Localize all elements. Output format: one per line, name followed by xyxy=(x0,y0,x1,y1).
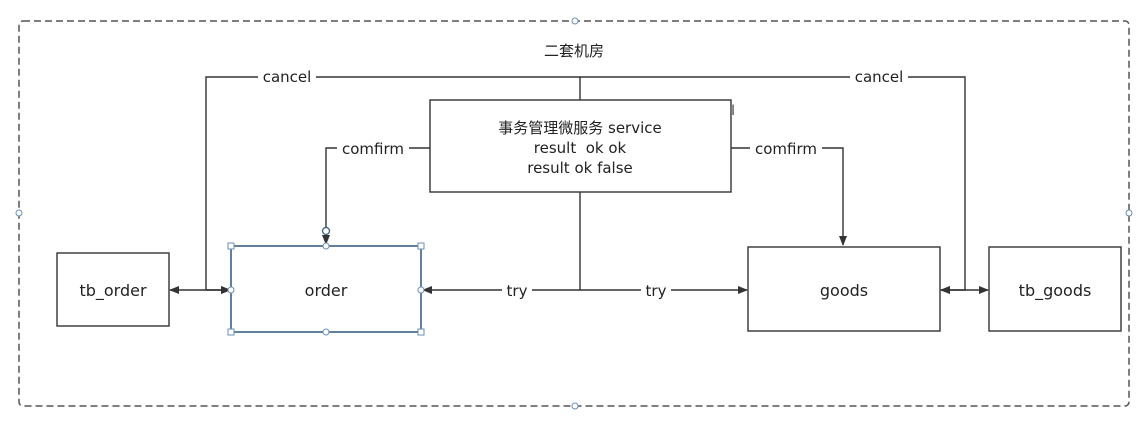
container-handle-bottom[interactable] xyxy=(571,402,579,410)
container-title: 二套机房 xyxy=(544,42,604,60)
cancel-label-right: cancel xyxy=(855,68,904,86)
service-line-3: result ok false xyxy=(527,159,633,177)
confirm-edge-left[interactable] xyxy=(322,147,430,245)
try-label-left: try xyxy=(507,282,528,300)
goods-label: goods xyxy=(820,281,868,300)
confirm-label-right: comfirm xyxy=(755,140,817,158)
service-node[interactable]: 事务管理微服务 service result ok ok result ok f… xyxy=(429,99,732,193)
connection-point-top[interactable] xyxy=(322,242,330,250)
tb-goods-node[interactable]: tb_goods xyxy=(988,246,1122,332)
text-cursor-icon: Ι xyxy=(731,103,735,119)
selection-handle-bottom-right[interactable] xyxy=(417,328,425,336)
connection-point-left[interactable] xyxy=(227,286,235,294)
selection-handle-top-left[interactable] xyxy=(227,242,235,250)
tb-goods-label: tb_goods xyxy=(1019,281,1092,301)
diagram-canvas: 二套机房 cancel cancel comfirm comfirm try t… xyxy=(15,17,1133,410)
edge-endpoint-handle[interactable] xyxy=(321,226,331,236)
container-dashed-border[interactable] xyxy=(18,20,1130,407)
connection-point-right[interactable] xyxy=(417,286,425,294)
container-handle-right[interactable] xyxy=(1125,209,1133,217)
connection-point-bottom[interactable] xyxy=(322,328,330,336)
container-handle-top[interactable] xyxy=(571,17,579,25)
goods-node[interactable]: goods xyxy=(747,246,941,332)
cancel-label-left: cancel xyxy=(263,68,312,86)
order-label: order xyxy=(305,281,348,300)
confirm-edge-right[interactable] xyxy=(731,147,847,246)
selection-handle-top-right[interactable] xyxy=(417,242,425,250)
try-label-right: try xyxy=(646,282,667,300)
order-node[interactable]: order xyxy=(227,226,425,336)
service-line-1: 事务管理微服务 service xyxy=(498,119,662,137)
confirm-label-left: comfirm xyxy=(342,140,404,158)
tb-order-node[interactable]: tb_order xyxy=(56,252,170,327)
container-handle-left[interactable] xyxy=(15,209,23,217)
service-line-2: result ok ok xyxy=(534,139,627,157)
tb-order-label: tb_order xyxy=(79,281,147,301)
try-edges: try try xyxy=(422,192,748,302)
selection-handle-bottom-left[interactable] xyxy=(227,328,235,336)
